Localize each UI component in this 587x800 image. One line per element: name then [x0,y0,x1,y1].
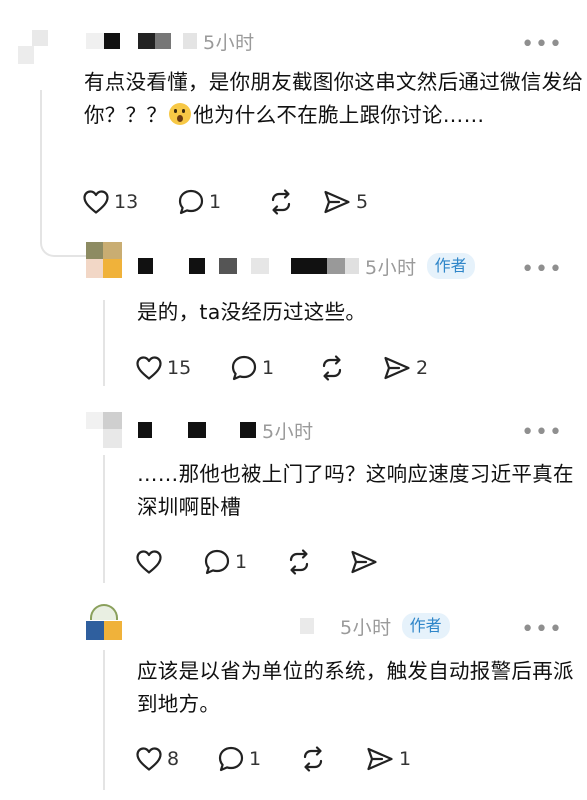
thread-hook [40,215,88,257]
comment-time: 5小时 [262,420,314,443]
redacted-username[interactable] [300,618,334,634]
comment-icon [231,355,257,381]
share-icon [367,747,393,771]
share-count: 5 [356,191,369,213]
repost-button[interactable] [318,354,382,382]
comment-icon [204,549,230,575]
heart-icon [136,550,162,574]
avatar[interactable] [86,412,122,448]
comment-time: 5小时 [365,256,417,279]
share-button[interactable]: 1 [365,745,411,773]
share-count: 1 [399,748,412,770]
comment-icon [218,746,244,772]
comment-text: 应该是以省为单位的系统，触发自动报警后再派到地方。 [137,659,574,716]
like-count: 13 [114,191,139,213]
avatar[interactable] [86,242,122,278]
reply-count: 1 [249,748,262,770]
redacted-username[interactable] [138,422,256,438]
reply-button[interactable]: 1 [230,354,318,382]
share-icon [324,190,350,214]
avatar[interactable] [18,30,54,66]
reply-line [103,455,105,583]
more-icon[interactable]: ••• [521,259,563,281]
comment-actions: 13 1 5 [82,188,368,216]
share-button[interactable]: 2 [382,354,428,382]
comment-icon [178,189,204,215]
comment-meta: 5小时 作者 [138,251,475,281]
heart-icon [136,356,162,380]
reply-button[interactable]: 1 [203,548,285,576]
comment-time: 5小时 [340,616,392,639]
comment-meta: 5小时 [138,415,314,445]
repost-button[interactable] [267,188,322,216]
like-count: 8 [167,748,180,770]
more-icon[interactable]: ••• [521,422,563,444]
reply-count: 1 [235,551,248,573]
like-button[interactable]: 8 [135,746,217,772]
reply-button[interactable]: 1 [217,745,299,773]
avatar[interactable] [86,604,122,640]
repost-icon [322,355,342,381]
author-badge: 作者 [426,253,475,279]
comment-meta: 5小时 [86,26,255,56]
more-icon[interactable]: ••• [521,619,563,641]
reply-count: 1 [209,191,222,213]
comment-actions: 8 1 1 [135,745,411,773]
like-button[interactable]: 15 [135,355,230,381]
comment-time: 5小时 [203,31,255,54]
comment-text: 有点没看懂，是你朋友截图你这串文然后通过微信发给你？？？ 他为什么不在脆上跟你讨论… [84,70,584,127]
like-button[interactable] [135,549,203,575]
like-button[interactable]: 13 [82,189,177,215]
reply-line [103,300,105,386]
more-icon[interactable]: ••• [521,34,563,56]
reply-line [103,650,105,790]
repost-button[interactable] [299,745,365,773]
share-button[interactable]: 5 [322,188,368,216]
comment-thread: 5小时 ••• 有点没看懂，是你朋友截图你这串文然后通过微信发给你？？？ 他为什么… [0,0,587,800]
repost-icon [289,549,309,575]
redacted-username[interactable] [86,33,197,49]
repost-icon [271,189,291,215]
comment-actions: 15 1 2 [135,354,428,382]
heart-icon [83,190,109,214]
like-count: 15 [167,357,192,379]
comment-text: 是的，ta没经历过这些。 [137,300,367,324]
repost-icon [303,746,323,772]
author-badge: 作者 [401,613,450,639]
heart-icon [136,747,162,771]
share-icon [351,550,377,574]
repost-button[interactable] [285,548,349,576]
comment-actions: 1 [135,548,383,576]
reply-button[interactable]: 1 [177,188,267,216]
reply-count: 1 [262,357,275,379]
redacted-username[interactable] [138,258,359,274]
share-icon [384,356,410,380]
comment-meta: 5小时 作者 [300,611,450,641]
share-button[interactable] [349,548,383,576]
hushed-face-icon [169,103,192,125]
share-count: 2 [416,357,429,379]
comment-text: ……那他也被上门了吗？这响应速度习近平真在深圳啊卧槽 [137,462,574,519]
